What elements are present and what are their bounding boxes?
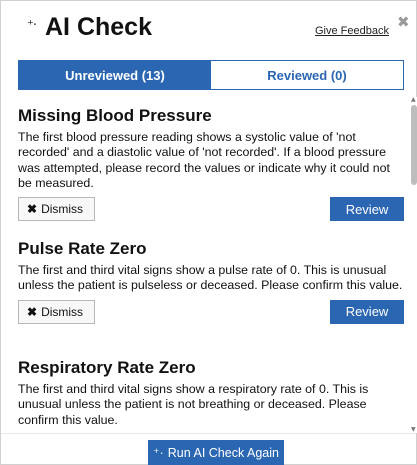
tab-reviewed[interactable]: Reviewed (0) [211,61,403,89]
panel-footer: ⁺· Run AI Check Again [1,433,416,465]
review-button[interactable]: Review [330,197,404,222]
x-icon: ✖ [27,202,38,217]
finding-card: Missing Blood Pressure The first blood p… [18,105,406,222]
finding-title: Respiratory Rate Zero [18,358,196,377]
dismiss-button[interactable]: ✖ Dismiss [18,197,95,222]
panel-title: AI Check [45,13,152,41]
finding-title: Pulse Rate Zero [18,239,147,258]
finding-description: The first blood pressure reading shows a… [18,130,390,190]
finding-card: Respiratory Rate Zero The first and thir… [18,357,406,428]
panel-header: ⁺· AI Check Give Feedback ✖ [1,1,416,57]
finding-actions: ✖ Dismiss Review [18,299,406,324]
finding-actions: ✖ Dismiss Review [18,197,406,222]
finding-card: Pulse Rate Zero The first and third vita… [18,238,406,324]
dismiss-button[interactable]: ✖ Dismiss [18,299,95,324]
dismiss-label: Dismiss [41,304,84,319]
close-icon[interactable]: ✖ [397,15,410,30]
give-feedback-link[interactable]: Give Feedback [315,25,389,37]
scroll-thumb[interactable] [411,105,417,185]
sparkle-icon: ⁺· [27,18,37,33]
list-scrollbar[interactable]: ▲ ▼ [410,97,417,433]
scroll-up-icon[interactable]: ▲ [411,97,416,103]
finding-title: Missing Blood Pressure [18,106,212,125]
x-icon: ✖ [27,304,38,319]
finding-description: The first and third vital signs show a p… [18,263,403,293]
run-ai-check-again-button[interactable]: ⁺· Run AI Check Again [148,440,284,465]
run-ai-check-label: Run AI Check Again [167,445,279,460]
review-button[interactable]: Review [330,299,404,324]
ai-check-panel: ⁺· AI Check Give Feedback ✖ Unreviewed (… [0,0,417,465]
dismiss-label: Dismiss [41,202,84,217]
findings-list: Missing Blood Pressure The first blood p… [1,97,410,433]
tab-unreviewed[interactable]: Unreviewed (13) [19,61,211,89]
review-tabs: Unreviewed (13) Reviewed (0) [18,60,404,90]
sparkle-icon: ⁺· [153,446,164,460]
finding-description: The first and third vital signs show a r… [18,382,369,427]
